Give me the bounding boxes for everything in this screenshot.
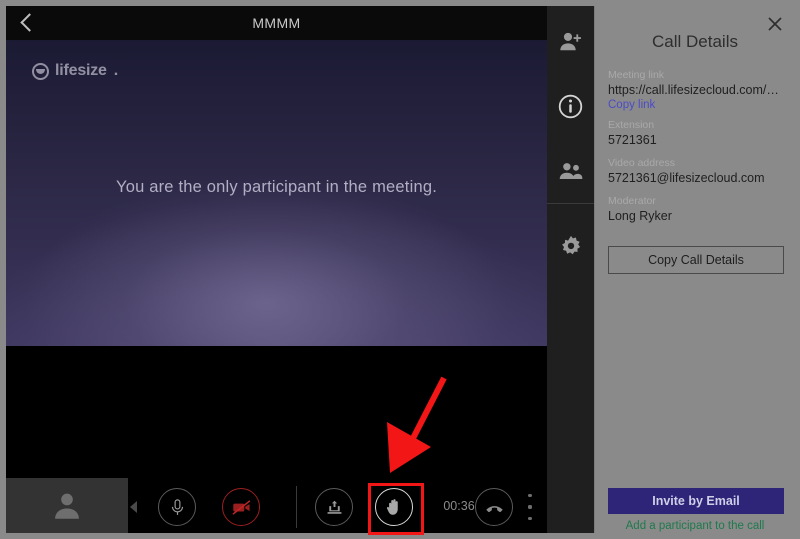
lifesize-wordmark: lifesize xyxy=(55,62,107,79)
field-video-address: Video address 5721361@lifesizecloud.com xyxy=(608,157,784,186)
add-participant-link[interactable]: Add a participant to the call xyxy=(595,520,795,532)
people-icon xyxy=(559,163,582,180)
field-value: 5721361@lifesizecloud.com xyxy=(608,171,765,185)
info-circle-icon xyxy=(558,94,583,118)
sidebar-item-participants[interactable] xyxy=(547,143,594,199)
sidebar-item-add-participant[interactable] xyxy=(547,13,594,69)
field-extension: Extension 5721361 xyxy=(608,119,784,148)
close-icon[interactable] xyxy=(766,15,784,33)
field-label: Extension xyxy=(608,119,655,131)
empty-meeting-message: You are the only participant in the meet… xyxy=(116,178,437,196)
close-glyph xyxy=(768,17,782,31)
call-details-panel: Call Details Meeting link https://call.l… xyxy=(594,6,794,533)
lifesize-call-window: MMMM lifesize . You are the only partici… xyxy=(0,0,800,539)
field-meeting-link: Meeting link https://call.lifesizecloud.… xyxy=(608,69,784,113)
microphone-button[interactable] xyxy=(158,488,196,526)
control-bar: 00:36 xyxy=(6,346,594,533)
sidebar-item-settings[interactable] xyxy=(547,218,594,274)
lifesize-mark-icon xyxy=(32,62,49,80)
sidebar-item-call-details[interactable] xyxy=(547,78,594,134)
camera-off-icon xyxy=(231,499,250,515)
hangup-button[interactable] xyxy=(475,488,513,526)
self-view-thumbnail[interactable] xyxy=(6,478,128,533)
copy-call-details-button[interactable]: Copy Call Details xyxy=(608,246,784,274)
share-screen-button[interactable] xyxy=(315,488,353,526)
call-stage: MMMM lifesize . You are the only partici… xyxy=(6,6,594,535)
microphone-icon xyxy=(171,498,183,515)
person-silhouette-icon xyxy=(55,493,79,519)
add-person-icon xyxy=(560,32,581,50)
share-screen-icon xyxy=(326,500,342,514)
field-value: https://call.lifesizecloud.com/57213… xyxy=(608,83,784,97)
more-options-button[interactable] xyxy=(522,492,538,522)
panel-title: Call Details xyxy=(652,32,738,51)
lifesize-logo: lifesize . xyxy=(32,62,118,80)
kebab-dot xyxy=(528,494,532,498)
field-moderator: Moderator Long Ryker xyxy=(608,195,784,224)
call-timer: 00:36 xyxy=(443,499,475,513)
kebab-dot xyxy=(528,505,532,509)
camera-button[interactable] xyxy=(222,488,260,526)
invite-by-email-button[interactable]: Invite by Email xyxy=(608,488,784,514)
side-icon-rail xyxy=(547,6,594,533)
caret-left-icon[interactable] xyxy=(130,501,140,513)
copy-link-button[interactable]: Copy link xyxy=(608,98,784,113)
kebab-dot xyxy=(528,516,532,520)
title-bar: MMMM xyxy=(6,6,547,40)
field-label: Moderator xyxy=(608,195,656,207)
lifesize-trailing-dot: . xyxy=(113,62,119,79)
field-label: Meeting link xyxy=(608,69,665,81)
field-value: 5721361 xyxy=(608,133,657,147)
video-area[interactable]: lifesize . You are the only participant … xyxy=(6,40,547,346)
hangup-phone-icon xyxy=(485,505,503,512)
rail-divider xyxy=(547,203,594,204)
raise-hand-icon xyxy=(386,499,398,515)
meeting-title: MMMM xyxy=(252,15,301,31)
control-separator xyxy=(296,486,297,528)
gear-icon xyxy=(561,235,580,255)
field-label: Video address xyxy=(608,157,675,169)
raise-hand-button[interactable] xyxy=(375,488,413,526)
field-value: Long Ryker xyxy=(608,209,672,223)
